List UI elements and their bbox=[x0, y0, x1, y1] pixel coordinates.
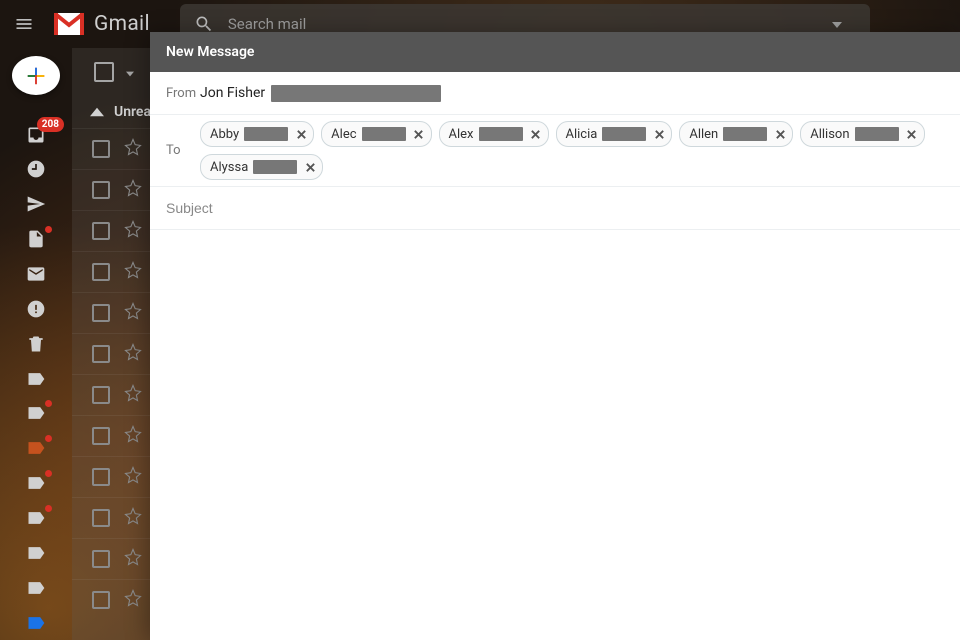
recipient-chip-redacted bbox=[244, 127, 288, 141]
star-icon[interactable] bbox=[124, 507, 142, 529]
recipient-chip-remove-icon[interactable] bbox=[904, 126, 920, 142]
nav-label-7[interactable] bbox=[22, 576, 50, 599]
row-checkbox[interactable] bbox=[92, 386, 110, 404]
nav-label-1[interactable] bbox=[22, 367, 50, 390]
star-icon[interactable] bbox=[124, 343, 142, 365]
recipient-chip-remove-icon[interactable] bbox=[302, 159, 318, 175]
recipient-chip[interactable]: Alicia bbox=[556, 121, 673, 147]
compose-title-bar[interactable]: New Message bbox=[150, 32, 960, 72]
star-icon[interactable] bbox=[124, 261, 142, 283]
recipient-chip-remove-icon[interactable] bbox=[528, 126, 544, 142]
recipient-chip-name: Alex bbox=[449, 127, 474, 142]
compose-from-row[interactable]: From Jon Fisher bbox=[150, 72, 960, 115]
nav-inbox[interactable]: 208 bbox=[22, 123, 50, 146]
compose-to-row[interactable]: To Abby Alec Alex Alicia Allen Allison Alyssa bbox=[150, 115, 960, 187]
compose-title: New Message bbox=[166, 44, 254, 60]
recipient-chip-redacted bbox=[602, 127, 646, 141]
nav-label-5[interactable] bbox=[22, 507, 50, 530]
recipient-chip-remove-icon[interactable] bbox=[293, 126, 309, 142]
star-icon[interactable] bbox=[124, 589, 142, 611]
recipient-chip[interactable]: Alex bbox=[439, 121, 549, 147]
nav-spam[interactable] bbox=[22, 297, 50, 320]
gmail-logo-icon bbox=[54, 13, 84, 35]
compose-recipient-chips: Abby Alec Alex Alicia Allen Allison Alyssa bbox=[200, 121, 944, 180]
star-icon[interactable] bbox=[124, 425, 142, 447]
compose-window: New Message From Jon Fisher To AbbyAlecA… bbox=[150, 32, 960, 640]
recipient-chip[interactable]: Allen bbox=[679, 121, 793, 147]
nav-snoozed[interactable] bbox=[22, 158, 50, 181]
recipient-chip-remove-icon[interactable] bbox=[772, 126, 788, 142]
app-logo[interactable]: Gmail bbox=[54, 12, 150, 36]
row-checkbox[interactable] bbox=[92, 591, 110, 609]
nav-label-4[interactable] bbox=[22, 472, 50, 495]
search-options-caret-icon[interactable] bbox=[832, 15, 856, 34]
recipient-chip-redacted bbox=[362, 127, 406, 141]
app-logo-text: Gmail bbox=[94, 12, 150, 36]
menu-icon[interactable] bbox=[12, 12, 36, 36]
recipient-chip-redacted bbox=[855, 127, 899, 141]
row-checkbox[interactable] bbox=[92, 304, 110, 322]
recipient-chip-name: Allison bbox=[810, 127, 849, 142]
compose-from-email-redacted bbox=[271, 85, 441, 102]
recipient-chip-redacted bbox=[723, 127, 767, 141]
nav-label-2-dot bbox=[45, 400, 52, 407]
nav-trash[interactable] bbox=[22, 332, 50, 355]
nav-all-mail[interactable] bbox=[22, 263, 50, 286]
nav-rail: 208 bbox=[0, 48, 72, 640]
recipient-chip[interactable]: Alyssa bbox=[200, 154, 323, 180]
star-icon[interactable] bbox=[124, 302, 142, 324]
row-checkbox[interactable] bbox=[92, 181, 110, 199]
select-all-checkbox[interactable] bbox=[94, 62, 114, 82]
nav-label-4-dot bbox=[45, 470, 52, 477]
compose-to-label: To bbox=[166, 143, 200, 158]
nav-label-2[interactable] bbox=[22, 402, 50, 425]
recipient-chip-redacted bbox=[479, 127, 523, 141]
recipient-chip-remove-icon[interactable] bbox=[411, 126, 427, 142]
compose-subject-row[interactable] bbox=[150, 187, 960, 230]
recipient-chip-name: Allen bbox=[689, 127, 718, 142]
row-checkbox[interactable] bbox=[92, 509, 110, 527]
row-checkbox[interactable] bbox=[92, 468, 110, 486]
nav-label-6[interactable] bbox=[22, 541, 50, 564]
recipient-chip[interactable]: Alec bbox=[321, 121, 431, 147]
star-icon[interactable] bbox=[124, 220, 142, 242]
select-all-caret-icon[interactable] bbox=[122, 63, 134, 82]
row-checkbox[interactable] bbox=[92, 263, 110, 281]
search-placeholder: Search mail bbox=[228, 15, 832, 33]
nav-drafts[interactable] bbox=[22, 228, 50, 251]
star-icon[interactable] bbox=[124, 138, 142, 160]
compose-body[interactable] bbox=[150, 230, 960, 640]
star-icon[interactable] bbox=[124, 466, 142, 488]
compose-subject-input[interactable] bbox=[166, 196, 944, 220]
row-checkbox[interactable] bbox=[92, 427, 110, 445]
nav-inbox-badge: 208 bbox=[37, 117, 64, 132]
compose-button[interactable] bbox=[12, 56, 60, 95]
row-checkbox[interactable] bbox=[92, 222, 110, 240]
recipient-chip[interactable]: Abby bbox=[200, 121, 314, 147]
nav-label-3[interactable] bbox=[22, 437, 50, 460]
row-checkbox[interactable] bbox=[92, 550, 110, 568]
nav-sent[interactable] bbox=[22, 193, 50, 216]
row-checkbox[interactable] bbox=[92, 345, 110, 363]
recipient-chip-name: Alec bbox=[331, 127, 356, 142]
recipient-chip-name: Abby bbox=[210, 127, 239, 142]
recipient-chip-name: Alicia bbox=[566, 127, 598, 142]
row-checkbox[interactable] bbox=[92, 140, 110, 158]
star-icon[interactable] bbox=[124, 384, 142, 406]
recipient-chip[interactable]: Allison bbox=[800, 121, 924, 147]
nav-label-3-dot bbox=[45, 435, 52, 442]
nav-label-8[interactable] bbox=[22, 611, 50, 634]
nav-label-5-dot bbox=[45, 505, 52, 512]
search-icon bbox=[194, 14, 214, 34]
star-icon[interactable] bbox=[124, 548, 142, 570]
recipient-chip-name: Alyssa bbox=[210, 160, 248, 175]
compose-from-name: Jon Fisher bbox=[200, 85, 265, 101]
star-icon[interactable] bbox=[124, 179, 142, 201]
recipient-chip-redacted bbox=[253, 160, 297, 174]
recipient-chip-remove-icon[interactable] bbox=[651, 126, 667, 142]
compose-from-label: From bbox=[166, 86, 200, 101]
nav-drafts-dot bbox=[45, 226, 52, 233]
